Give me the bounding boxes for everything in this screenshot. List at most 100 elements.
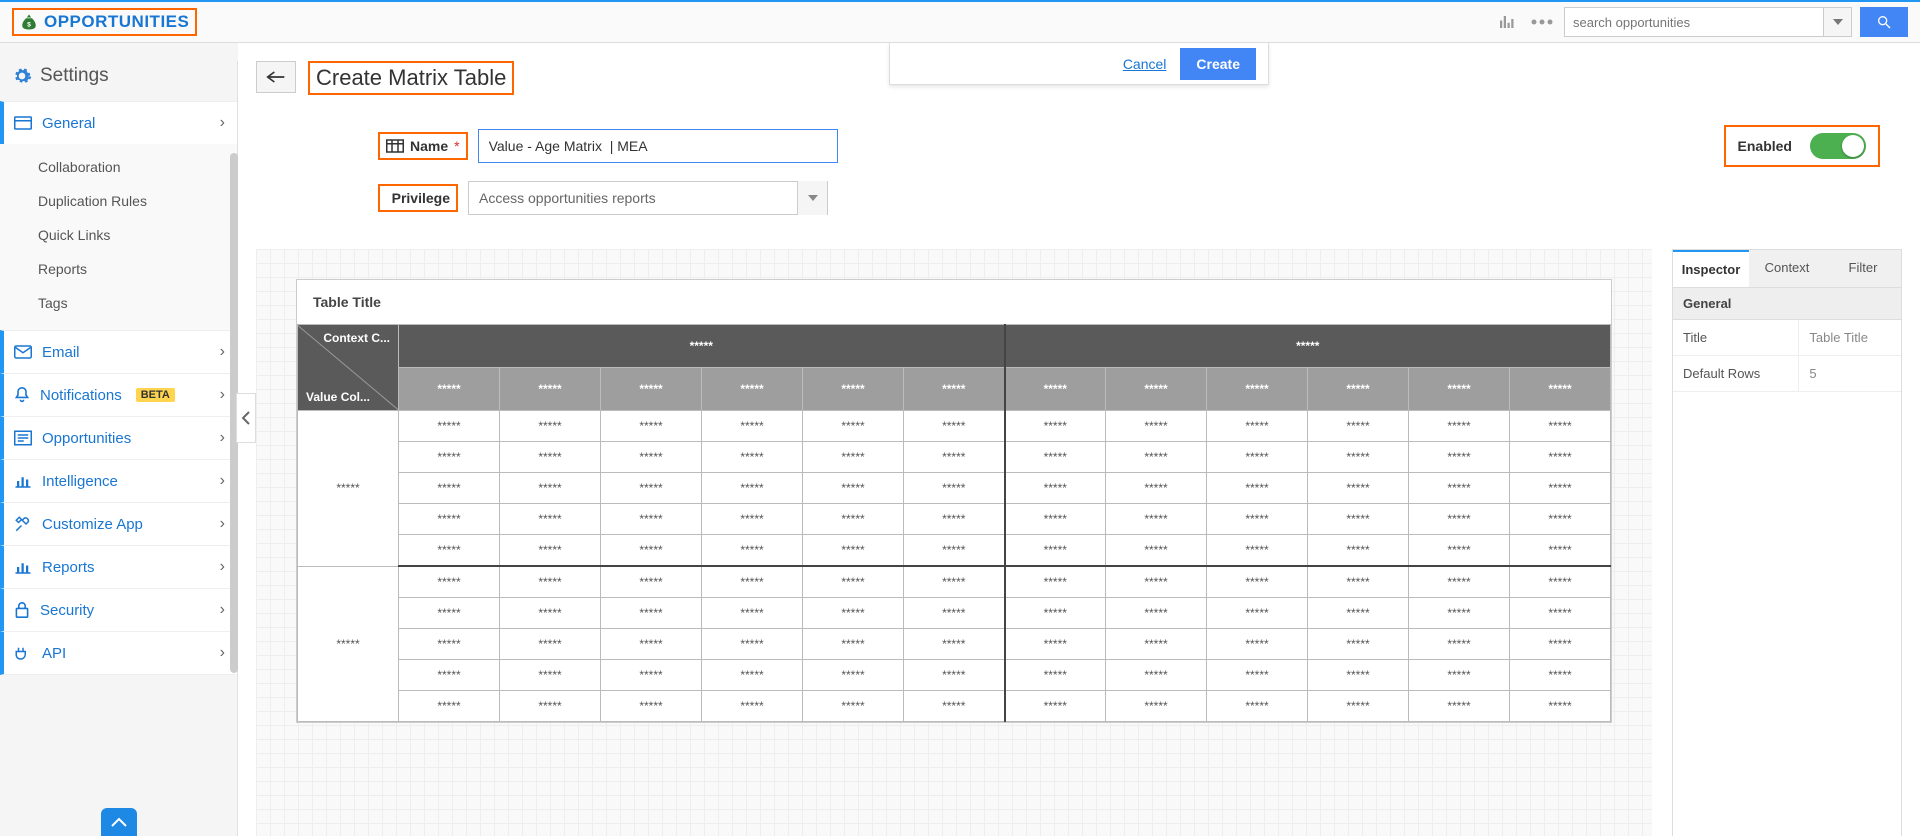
sidebar-collapse-button[interactable] <box>236 393 256 443</box>
privilege-select[interactable]: Access opportunities reports <box>468 181 828 215</box>
inspector-prop-value: Table Title <box>1798 320 1901 355</box>
lock-icon <box>14 601 30 619</box>
enabled-label: Enabled <box>1738 138 1792 154</box>
inspector-prop-row[interactable]: Default Rows 5 <box>1673 356 1901 392</box>
sidebar-sub-reports[interactable]: Reports <box>38 252 237 286</box>
inspector-prop-row[interactable]: Title Table Title <box>1673 320 1901 356</box>
chevron-right-icon: › <box>220 386 225 404</box>
window-icon <box>14 116 32 130</box>
action-bar: Cancel Create <box>889 43 1269 85</box>
sidebar-item-api[interactable]: API › <box>0 631 237 675</box>
sidebar-item-security[interactable]: Security › <box>0 588 237 632</box>
inspector-prop-key: Default Rows <box>1673 356 1798 391</box>
sidebar-item-label: Opportunities <box>42 430 131 447</box>
sidebar-item-label: API <box>42 645 66 662</box>
matrix-preview-table: Context C...Value Col...****************… <box>297 324 1611 722</box>
sidebar-item-notifications[interactable]: Notifications BETA › <box>0 373 237 417</box>
back-arrow-icon <box>266 70 286 84</box>
sidebar: Settings General › Collaboration Duplica… <box>0 43 238 836</box>
search-button[interactable] <box>1860 7 1908 37</box>
chevron-right-icon: › <box>220 343 225 361</box>
name-label: Name <box>410 138 448 154</box>
sidebar-item-label: Intelligence <box>42 473 118 490</box>
chevron-right-icon: › <box>220 515 225 533</box>
tab-context[interactable]: Context <box>1749 250 1825 287</box>
sidebar-item-email[interactable]: Email › <box>0 330 237 374</box>
sidebar-item-label: Security <box>40 602 94 619</box>
design-canvas[interactable]: Table Title Context C...Value Col...****… <box>256 249 1652 836</box>
search-dropdown[interactable] <box>1824 7 1852 37</box>
name-input[interactable] <box>478 129 838 163</box>
inspector-section-general: General <box>1673 288 1901 320</box>
sidebar-sub-collaboration[interactable]: Collaboration <box>38 150 237 184</box>
back-button[interactable] <box>256 61 296 93</box>
sidebar-item-label: General <box>42 115 95 132</box>
sidebar-sub-quicklinks[interactable]: Quick Links <box>38 218 237 252</box>
sidebar-item-intelligence[interactable]: Intelligence › <box>0 459 237 503</box>
inspector-tabs: Inspector Context Filter <box>1673 250 1901 288</box>
chevron-up-icon <box>111 817 127 827</box>
mail-icon <box>14 345 32 359</box>
sidebar-item-label: Email <box>42 344 80 361</box>
sidebar-item-reports[interactable]: Reports › <box>0 545 237 589</box>
app-title: OPPORTUNITIES <box>44 12 189 32</box>
table-title: Table Title <box>297 280 1611 324</box>
chevron-right-icon: › <box>220 114 225 132</box>
sidebar-sub-tags[interactable]: Tags <box>38 286 237 320</box>
analytics-icon[interactable] <box>1492 8 1520 36</box>
bell-icon <box>14 386 30 404</box>
cancel-link[interactable]: Cancel <box>1123 56 1167 72</box>
chevron-right-icon: › <box>220 644 225 662</box>
create-button[interactable]: Create <box>1180 48 1256 80</box>
chevron-right-icon: › <box>220 429 225 447</box>
matrix-table-card[interactable]: Table Title Context C...Value Col...****… <box>296 279 1612 723</box>
sidebar-item-label: Customize App <box>42 516 143 533</box>
sidebar-item-general[interactable]: General › <box>0 101 237 145</box>
chevron-right-icon: › <box>220 472 225 490</box>
search-group <box>1564 7 1908 37</box>
name-label-box: Name * <box>378 132 468 160</box>
chart-icon <box>14 559 32 575</box>
app-title-group: $ OPPORTUNITIES <box>12 8 197 36</box>
chevron-right-icon: › <box>220 558 225 576</box>
top-bar: $ OPPORTUNITIES <box>0 0 1920 43</box>
more-icon[interactable] <box>1528 8 1556 36</box>
form-area: Name * Enabled Privilege Access opport <box>238 95 1920 249</box>
page-title: Create Matrix Table <box>308 61 514 95</box>
sidebar-sub-duplication[interactable]: Duplication Rules <box>38 184 237 218</box>
svg-text:$: $ <box>27 22 31 29</box>
chart-icon <box>14 473 32 489</box>
table-icon <box>386 139 404 153</box>
inspector-prop-key: Title <box>1673 320 1798 355</box>
tab-filter[interactable]: Filter <box>1825 250 1901 287</box>
plug-icon <box>14 646 32 660</box>
search-icon <box>1876 14 1892 30</box>
inspector-prop-value: 5 <box>1798 356 1901 391</box>
inspector-panel: Inspector Context Filter General Title T… <box>1672 249 1902 836</box>
privilege-label: Privilege <box>392 190 450 206</box>
enabled-group: Enabled <box>1724 125 1880 167</box>
settings-heading: Settings <box>0 61 237 101</box>
privilege-value: Access opportunities reports <box>469 190 797 206</box>
search-input[interactable] <box>1564 7 1824 37</box>
settings-label: Settings <box>40 65 109 87</box>
gear-icon <box>12 66 32 86</box>
beta-badge: BETA <box>136 388 175 402</box>
chevron-down-icon <box>797 181 827 215</box>
tools-icon <box>14 515 32 533</box>
moneybag-icon: $ <box>20 12 38 32</box>
main-content: Cancel Create Create Matrix Table Name * <box>238 43 1920 836</box>
chevron-right-icon: › <box>220 601 225 619</box>
form-icon <box>14 430 32 446</box>
sidebar-item-label: Reports <box>42 559 95 576</box>
scroll-up-tab[interactable] <box>101 808 137 836</box>
privilege-label-box: Privilege <box>378 184 458 212</box>
top-bar-right <box>1492 7 1908 37</box>
sidebar-item-opportunities[interactable]: Opportunities › <box>0 416 237 460</box>
enabled-toggle[interactable] <box>1810 133 1866 159</box>
sidebar-item-customize[interactable]: Customize App › <box>0 502 237 546</box>
required-marker: * <box>454 138 459 154</box>
sidebar-item-label: Notifications <box>40 387 122 404</box>
general-submenu: Collaboration Duplication Rules Quick Li… <box>0 144 237 330</box>
tab-inspector[interactable]: Inspector <box>1673 250 1749 287</box>
